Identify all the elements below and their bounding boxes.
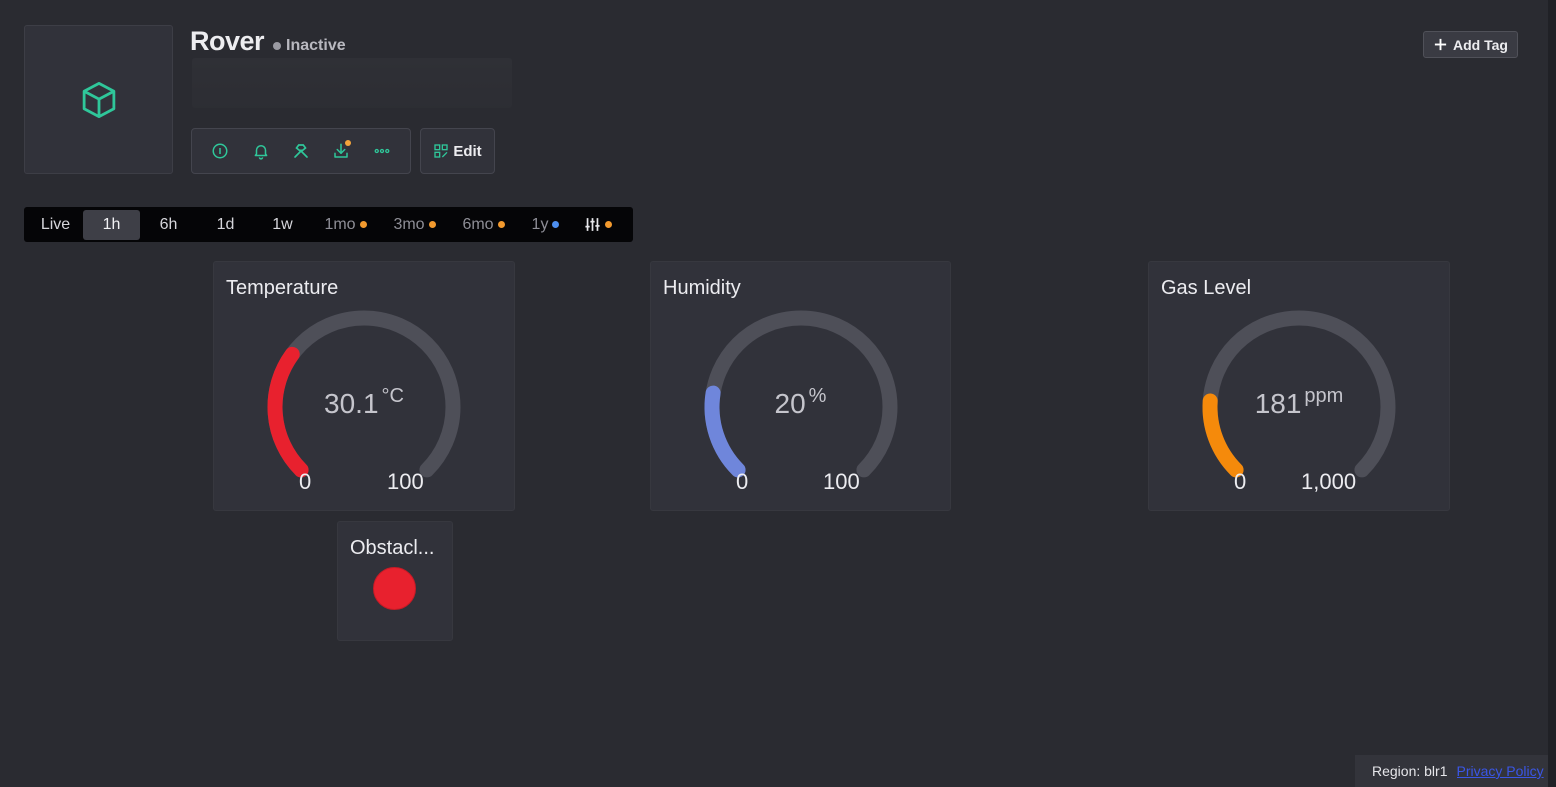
scrollbar-track[interactable] <box>1548 0 1556 787</box>
status-dot-icon <box>273 42 282 50</box>
range-label: 1mo <box>324 215 356 233</box>
tools-icon <box>294 144 308 158</box>
range-1w[interactable]: 1w <box>254 210 311 240</box>
range-label: 1h <box>102 215 121 233</box>
gauge-min: 0 <box>299 469 312 494</box>
privacy-policy-link[interactable]: Privacy Policy <box>1457 763 1544 779</box>
info-icon <box>212 143 228 159</box>
add-tag-button[interactable]: Add Tag <box>1423 31 1518 58</box>
device-header: Rover Inactive <box>190 26 346 57</box>
premium-dot-icon <box>359 221 367 228</box>
plus-icon <box>1434 38 1447 51</box>
footer: Region: blr1 Privacy Policy <box>1355 755 1548 787</box>
premium-dot-icon <box>497 221 505 228</box>
widget-title: Obstacl... <box>350 537 435 559</box>
notification-dot <box>345 140 352 146</box>
more-icon <box>374 148 390 154</box>
region-text: Region: blr1 <box>1372 763 1448 779</box>
download-button[interactable] <box>326 136 356 166</box>
value-text: 181 <box>1254 388 1302 419</box>
unit-text: ppm <box>1304 385 1344 407</box>
edit-grid-icon <box>434 144 448 158</box>
unit-text: °C <box>381 385 404 407</box>
range-label: 1d <box>216 215 235 233</box>
range-1h[interactable]: 1h <box>83 209 140 240</box>
temperature-gauge <box>267 310 461 478</box>
status-badge: Inactive <box>273 37 346 55</box>
gauge-value: 20% <box>651 385 950 420</box>
premium-dot-icon <box>428 221 436 228</box>
status-text: Inactive <box>286 37 346 54</box>
more-button[interactable] <box>367 136 397 166</box>
gauge-value: 181 ppm <box>1149 385 1449 420</box>
gas-level-gauge <box>1202 310 1396 478</box>
alerts-button[interactable] <box>246 136 276 166</box>
edit-button[interactable]: Edit <box>420 128 495 174</box>
humidity-gauge <box>704 310 898 478</box>
range-label: Live <box>40 215 71 233</box>
device-action-bar <box>191 128 411 174</box>
range-label: 1y <box>531 215 549 233</box>
gauge-value: 30.1 °C <box>214 385 514 420</box>
gas-level-widget[interactable]: Gas Level 181 ppm 0 1,000 <box>1148 261 1450 511</box>
premium-dot-icon <box>605 221 612 228</box>
add-tag-label: Add Tag <box>1453 36 1508 53</box>
range-6mo[interactable]: 6mo <box>449 210 518 240</box>
range-3mo[interactable]: 3mo <box>380 210 449 240</box>
humidity-widget[interactable]: Humidity 20% 0 100 <box>650 261 951 511</box>
range-6h[interactable]: 6h <box>140 210 197 240</box>
unit-text: % <box>808 385 827 407</box>
temperature-widget[interactable]: Temperature 30.1 °C 0 100 <box>213 261 515 511</box>
premium-dot-icon <box>552 221 560 228</box>
range-label: 3mo <box>393 215 425 233</box>
time-range-selector: Live 1h 6h 1d 1w 1mo 3mo 6mo 1y <box>24 207 633 242</box>
device-name: Rover <box>190 26 265 56</box>
custom-range-button[interactable] <box>573 210 623 240</box>
obstacle-widget[interactable]: Obstacl... <box>337 521 453 641</box>
range-label: 1w <box>272 215 293 233</box>
cube-icon <box>82 81 115 118</box>
value-text: 20 <box>774 388 806 419</box>
value-text: 30.1 <box>324 388 379 419</box>
gauge-max: 100 <box>823 469 860 494</box>
sliders-icon <box>585 218 600 231</box>
edit-label: Edit <box>453 142 482 160</box>
range-1d[interactable]: 1d <box>197 210 254 240</box>
gauge-min: 0 <box>1234 469 1247 494</box>
range-1mo[interactable]: 1mo <box>311 210 380 240</box>
gauge-min: 0 <box>736 469 749 494</box>
range-live[interactable]: Live <box>28 210 83 240</box>
range-label: 6h <box>159 215 178 233</box>
obstacle-led-indicator <box>373 567 416 610</box>
bell-icon <box>254 145 267 160</box>
device-thumbnail <box>24 25 173 174</box>
tools-button[interactable] <box>286 136 316 166</box>
info-button[interactable] <box>205 136 235 166</box>
range-label: 6mo <box>462 215 494 233</box>
description-area <box>192 58 512 108</box>
gauge-max: 100 <box>387 469 424 494</box>
range-1y[interactable]: 1y <box>518 210 573 240</box>
gauge-max: 1,000 <box>1301 469 1357 494</box>
